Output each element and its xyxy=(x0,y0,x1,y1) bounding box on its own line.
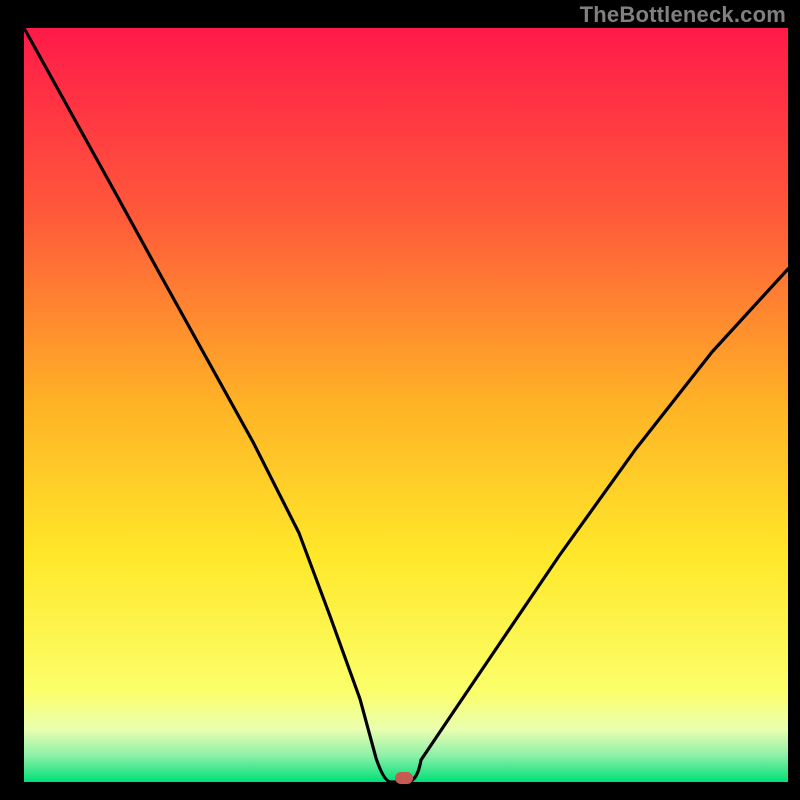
chart-frame: TheBottleneck.com xyxy=(0,0,800,800)
heatmap-background xyxy=(24,28,788,782)
bottleneck-chart xyxy=(0,0,800,800)
optimal-marker xyxy=(395,772,413,784)
